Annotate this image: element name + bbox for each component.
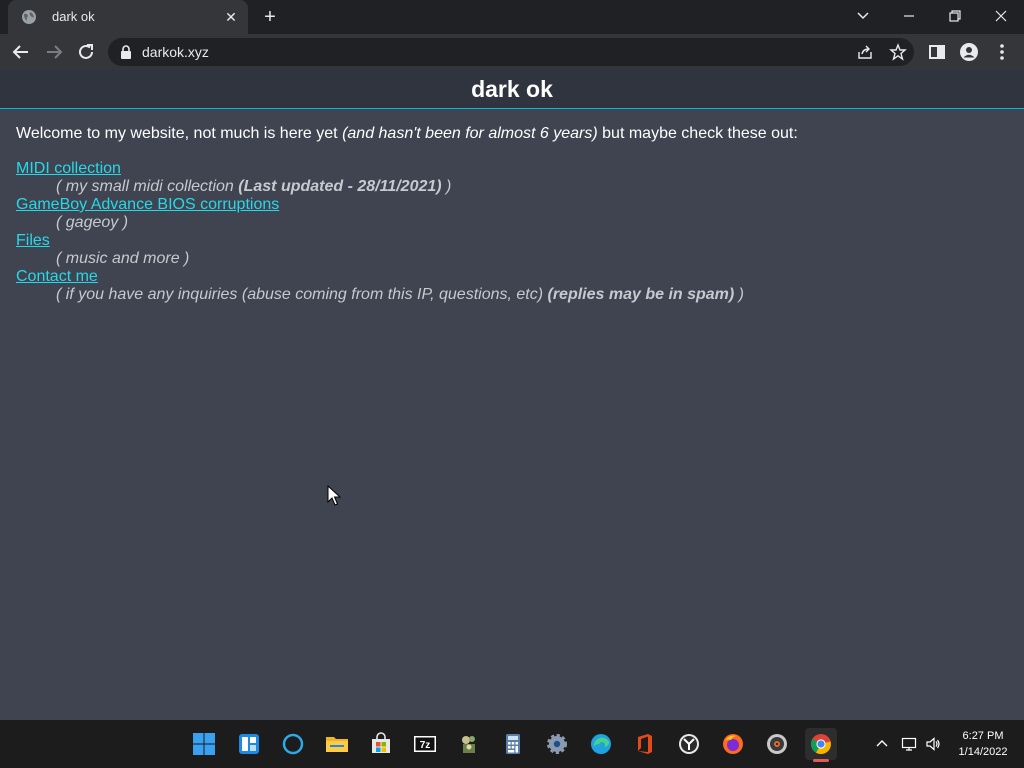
intro-start: Welcome to my website, not much is here … <box>16 125 343 142</box>
lock-icon[interactable] <box>120 45 132 59</box>
desc-text: ( gageoy ) <box>56 214 129 231</box>
settings-icon[interactable] <box>541 728 573 760</box>
link-description: ( my small midi collection (Last updated… <box>56 178 1008 196</box>
media-player-icon[interactable] <box>761 728 793 760</box>
intro-end: but maybe check these out: <box>597 125 798 142</box>
close-window-icon[interactable] <box>989 5 1013 27</box>
svg-text:7z: 7z <box>420 740 431 751</box>
tab-search-icon[interactable] <box>851 5 875 27</box>
intro-text: Welcome to my website, not much is here … <box>16 124 1008 144</box>
link-list: MIDI collection ( my small midi collecti… <box>16 160 1008 304</box>
link-midi-collection[interactable]: MIDI collection <box>16 160 121 177</box>
list-item: Contact me <box>16 268 1008 286</box>
desc-end: ) <box>734 286 745 303</box>
active-indicator <box>813 759 829 762</box>
desc-bold: (replies may be in spam) <box>547 286 735 303</box>
calculator-icon[interactable] <box>497 728 529 760</box>
clock-app-icon[interactable] <box>673 728 705 760</box>
share-icon[interactable] <box>856 43 874 61</box>
browser-toolbar: darkok.xyz <box>0 34 1024 70</box>
browser-tab[interactable]: dark ok ✕ <box>8 0 248 34</box>
link-contact-me[interactable]: Contact me <box>16 268 98 285</box>
link-files[interactable]: Files <box>16 232 50 249</box>
restore-icon[interactable] <box>943 5 967 27</box>
intro-italic: (and hasn't been for almost 6 years) <box>342 125 598 142</box>
bookmark-star-icon[interactable] <box>889 43 907 61</box>
desc-text: ( if you have any inquiries (abuse comin… <box>56 286 548 303</box>
office-icon[interactable] <box>629 728 661 760</box>
back-icon[interactable] <box>10 41 32 63</box>
desc-text: ( music and more ) <box>56 250 190 267</box>
chrome-icon[interactable] <box>805 728 837 762</box>
link-description: ( if you have any inquiries (abuse comin… <box>56 286 1008 304</box>
forward-icon[interactable] <box>43 41 65 63</box>
game-icon[interactable] <box>453 728 485 760</box>
menu-icon[interactable] <box>991 41 1013 63</box>
url-text: darkok.xyz <box>142 44 209 60</box>
volume-icon[interactable] <box>925 736 941 752</box>
list-item: MIDI collection <box>16 160 1008 178</box>
new-tab-button[interactable]: + <box>258 6 282 28</box>
site-header: dark ok <box>0 70 1024 109</box>
desc-text: ( my small midi collection <box>56 178 239 195</box>
reload-icon[interactable] <box>75 41 97 63</box>
globe-icon <box>22 10 36 24</box>
clock-time: 6:27 PM <box>962 730 1004 742</box>
link-description: ( music and more ) <box>56 250 1008 268</box>
link-gba-bios[interactable]: GameBoy Advance BIOS corruptions <box>16 196 279 213</box>
file-explorer-icon[interactable] <box>321 728 353 760</box>
clock-date: 1/14/2022 <box>958 746 1008 758</box>
taskbar: 7z 6:27 PM 1/14/2022 <box>0 720 1024 768</box>
close-tab-icon[interactable]: ✕ <box>222 8 240 26</box>
profile-icon[interactable] <box>958 41 980 63</box>
show-hidden-icons-icon[interactable] <box>874 736 890 752</box>
tab-strip: dark ok ✕ + <box>0 0 1024 34</box>
widgets-icon[interactable] <box>233 728 265 760</box>
address-bar[interactable]: darkok.xyz <box>108 38 914 66</box>
list-item: GameBoy Advance BIOS corruptions <box>16 196 1008 214</box>
side-panel-icon[interactable] <box>926 41 948 63</box>
minimize-icon[interactable] <box>897 5 921 27</box>
7zip-icon[interactable]: 7z <box>409 728 441 760</box>
desc-end: ) <box>441 178 452 195</box>
site-title: dark ok <box>471 76 553 102</box>
web-page: dark ok Welcome to my website, not much … <box>0 70 1024 720</box>
edge-icon[interactable] <box>585 728 617 760</box>
mouse-cursor-icon <box>327 485 341 506</box>
desc-bold: (Last updated - 28/11/2021) <box>238 178 442 195</box>
start-icon[interactable] <box>188 728 220 760</box>
page-content: Welcome to my website, not much is here … <box>0 109 1024 304</box>
tab-title: dark ok <box>52 9 95 24</box>
link-description: ( gageoy ) <box>56 214 1008 232</box>
firefox-icon[interactable] <box>717 728 749 760</box>
list-item: Files <box>16 232 1008 250</box>
store-icon[interactable] <box>365 728 397 760</box>
network-icon[interactable] <box>901 736 917 752</box>
cortana-icon[interactable] <box>277 728 309 760</box>
system-clock[interactable]: 6:27 PM 1/14/2022 <box>948 728 1018 760</box>
